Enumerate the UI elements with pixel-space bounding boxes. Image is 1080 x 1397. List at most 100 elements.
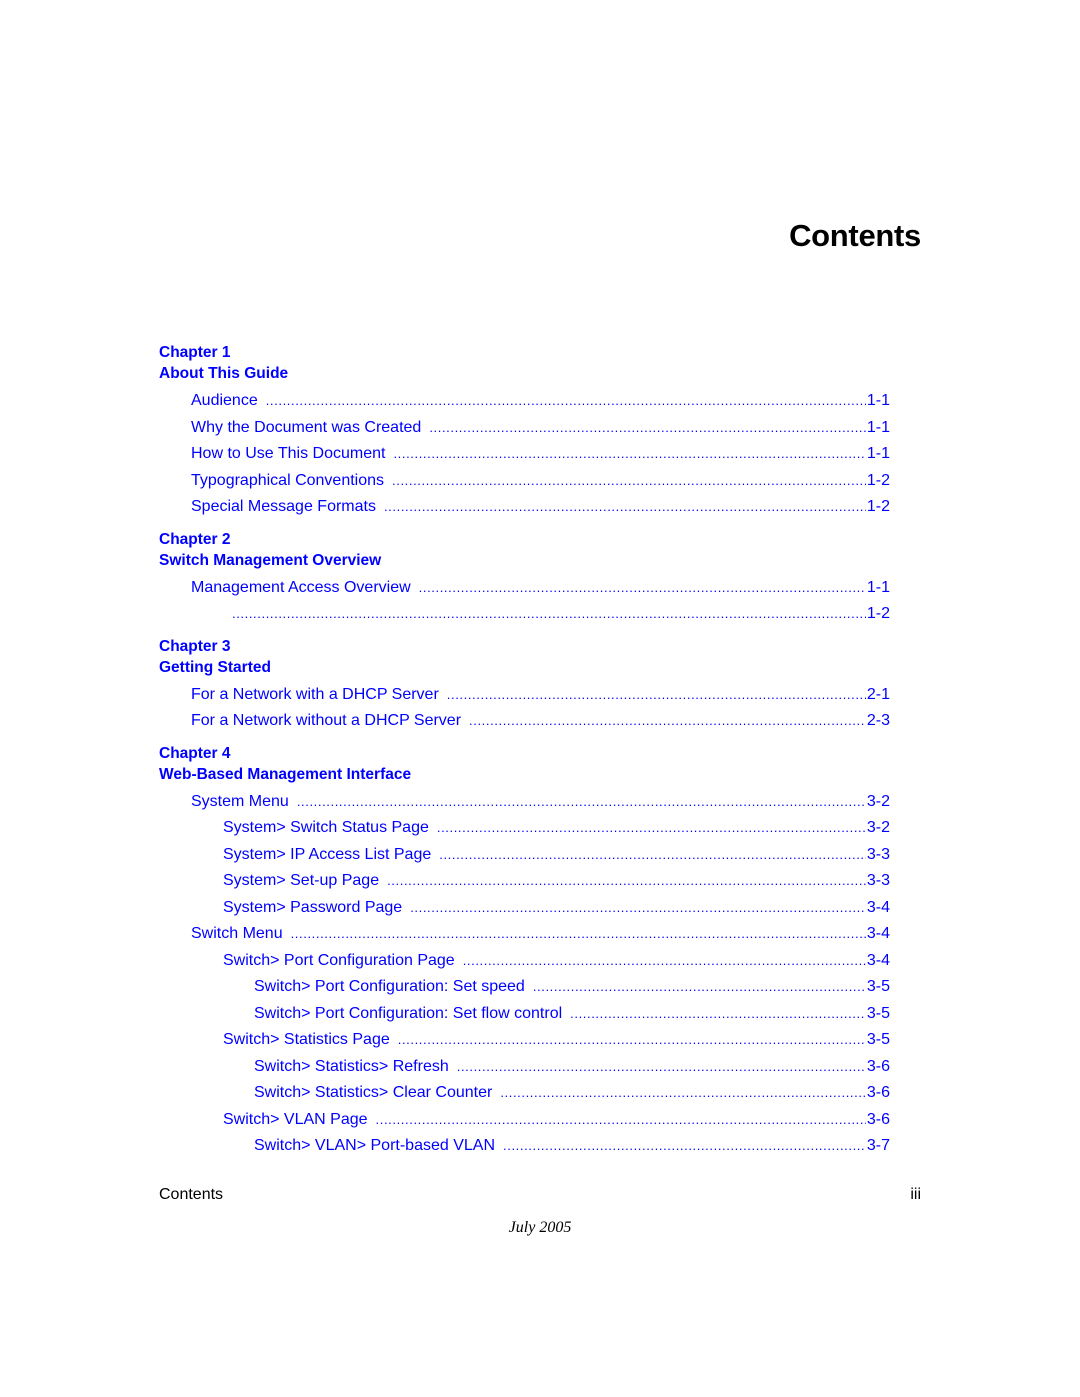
toc-entry-page-number: 3-4 xyxy=(866,925,890,942)
toc-entry-link[interactable]: System> Set-up Page 3-3 xyxy=(159,872,890,899)
chapter-number-link[interactable]: Chapter 4 xyxy=(159,743,890,764)
toc-entry-link[interactable]: Why the Document was Created 1-1 xyxy=(159,419,890,446)
dot-leader xyxy=(291,926,866,941)
toc-entry-link[interactable]: Audience 1-1 xyxy=(159,392,890,419)
toc-entry-link[interactable]: Switch> Port Configuration Page 3-4 xyxy=(159,952,890,979)
dot-leader xyxy=(457,1059,866,1074)
toc-entry-label: Switch> Port Configuration: Set flow con… xyxy=(254,1004,563,1022)
toc-entry-label: System> IP Access List Page xyxy=(223,845,432,863)
toc-entry-page-number: 1-2 xyxy=(866,605,890,622)
toc-entry-link[interactable]: For a Network with a DHCP Server 2-1 xyxy=(159,686,890,713)
toc-entry-page-number: 3-3 xyxy=(866,845,890,863)
dot-leader xyxy=(469,713,866,728)
toc-entry-page-number: 3-2 xyxy=(866,819,890,836)
toc-entry-label: How to Use This Document xyxy=(191,445,386,462)
dot-leader xyxy=(392,473,866,488)
toc-entry-link[interactable]: How to Use This Document 1-1 xyxy=(159,445,890,472)
dot-leader xyxy=(429,420,866,435)
toc-entry-label: Switch> Port Configuration Page xyxy=(223,951,455,969)
chapter-title-link[interactable]: Web-Based Management Interface xyxy=(159,764,890,785)
dot-leader xyxy=(384,499,866,514)
toc-entry-list: System Menu3-2System> Switch Status Page… xyxy=(159,793,890,1164)
toc-entry-label: Audience xyxy=(191,392,258,409)
dot-leader xyxy=(439,847,866,862)
chapter-number-link[interactable]: Chapter 3 xyxy=(159,636,890,657)
dot-leader xyxy=(437,820,866,835)
dot-leader xyxy=(533,979,866,994)
toc-entry-page-number: 1-2 xyxy=(866,471,890,489)
toc-entry-label: Management Access Overview xyxy=(191,578,411,596)
toc-entry-link[interactable]: Switch> Statistics Page 3-5 xyxy=(159,1031,890,1058)
chapter-number-link[interactable]: Chapter 1 xyxy=(159,342,890,363)
toc-entry-list: For a Network with a DHCP Server2-1For a… xyxy=(159,686,890,739)
dot-leader xyxy=(297,794,866,809)
toc-entry-link[interactable]: Typographical Conventions 1-2 xyxy=(159,472,890,499)
toc-entry-page-number: 3-6 xyxy=(866,1057,890,1075)
toc-entry-link[interactable]: Switch> Port Configuration: Set flow con… xyxy=(159,1005,890,1032)
footer-page-number: iii xyxy=(910,1186,921,1203)
toc-entry-page-number: 3-5 xyxy=(866,978,890,995)
toc-entry-link[interactable]: System Menu 3-2 xyxy=(159,793,890,820)
toc-entry-link[interactable]: System> IP Access List Page 3-3 xyxy=(159,846,890,873)
toc-entry-link[interactable]: Switch> Statistics> Refresh 3-6 xyxy=(159,1058,890,1085)
toc-entry-label: Switch> Port Configuration: Set speed xyxy=(254,978,525,995)
dot-leader xyxy=(503,1138,866,1153)
toc-entry-link[interactable]: For a Network without a DHCP Server 2-3 xyxy=(159,712,890,739)
page-title: Contents xyxy=(789,218,921,253)
dot-leader xyxy=(570,1006,866,1021)
footer-date: July 2005 xyxy=(508,1219,572,1236)
toc-entry-page-number: 1-1 xyxy=(866,445,890,462)
chapter-section: Chapter 1About This GuideAudience1-1Why … xyxy=(159,342,890,525)
toc-entry-page-number: 3-5 xyxy=(866,1004,890,1022)
toc-entry-link[interactable]: Switch Menu 3-4 xyxy=(159,925,890,952)
toc-entry-label: Switch> VLAN Page xyxy=(223,1110,368,1128)
chapter-title-link[interactable]: About This Guide xyxy=(159,363,890,384)
toc-entry-page-number: 3-4 xyxy=(866,898,890,916)
toc-entry-page-number: 3-3 xyxy=(866,872,890,889)
toc-entry-link[interactable]: System> Switch Status Page 3-2 xyxy=(159,819,890,846)
toc-entry-page-number: 3-6 xyxy=(866,1084,890,1101)
chapter-section: Chapter 2 Switch Management Overview Manag… xyxy=(159,529,890,632)
toc-entry-label: For a Network without a DHCP Server xyxy=(191,712,462,729)
toc-entry-label: Switch> Statistics> Clear Counter xyxy=(254,1084,493,1101)
toc-entry-link[interactable]: Switch> VLAN Page 3-6 xyxy=(159,1111,890,1138)
toc-entry-label: System> Set-up Page xyxy=(223,872,380,889)
dot-leader xyxy=(463,953,866,968)
toc-entry-page-number: 1-1 xyxy=(866,578,890,596)
toc-entry-page-number: 3-5 xyxy=(866,1031,890,1048)
toc-entry-page-number: 2-1 xyxy=(866,685,890,703)
toc-entry-link[interactable]: Management Access Overview 1-1 xyxy=(159,579,890,606)
table-of-contents: Chapter 1About This GuideAudience1-1Why … xyxy=(159,342,890,1168)
toc-entry-link[interactable]: System> Password Page 3-4 xyxy=(159,899,890,926)
toc-entry-link[interactable]: Switch> Statistics> Clear Counter 3-6 xyxy=(159,1084,890,1111)
toc-entry-label: System Menu xyxy=(191,792,289,810)
dot-leader xyxy=(500,1085,866,1100)
toc-entry-page-number: 1-1 xyxy=(866,392,890,409)
toc-entry-page-number: 3-7 xyxy=(866,1137,890,1154)
toc-entry-link[interactable]: Switch> Port Configuration: Set speed 3-5 xyxy=(159,978,890,1005)
dot-leader xyxy=(266,393,866,408)
toc-entry-label: Why the Document was Created xyxy=(191,418,422,436)
chapter-title-link[interactable]: Getting Started xyxy=(159,657,890,678)
chapter-number-link[interactable]: Chapter 2 xyxy=(159,529,890,550)
toc-entry-link[interactable]: Special Message Formats 1-2 xyxy=(159,498,890,525)
toc-entry-label: Switch Menu xyxy=(191,925,283,942)
chapter-title-link[interactable]: Switch Management Overview xyxy=(159,550,890,571)
toc-entry-page-number: 2-3 xyxy=(866,712,890,729)
dot-leader xyxy=(393,446,865,461)
dot-leader xyxy=(398,1032,866,1047)
toc-entry-link[interactable]: 1-2 xyxy=(159,605,890,632)
chapter-section: Chapter 3 Getting Started For a Network wi… xyxy=(159,636,890,739)
toc-entry-link[interactable]: Switch> VLAN> Port-based VLAN 3-7 xyxy=(159,1137,890,1164)
toc-entry-page-number: 3-2 xyxy=(866,792,890,810)
toc-entry-page-number: 1-2 xyxy=(866,498,890,515)
toc-entry-label: Switch> Statistics> Refresh xyxy=(254,1057,449,1075)
dot-leader xyxy=(232,606,866,621)
toc-entry-page-number: 3-4 xyxy=(866,951,890,969)
dot-leader xyxy=(376,1112,866,1127)
toc-entry-label: System> Password Page xyxy=(223,898,403,916)
toc-entry-page-number: 3-6 xyxy=(866,1110,890,1128)
dot-leader xyxy=(447,687,866,702)
dot-leader xyxy=(419,580,866,595)
footer-section-label: Contents xyxy=(159,1186,224,1203)
